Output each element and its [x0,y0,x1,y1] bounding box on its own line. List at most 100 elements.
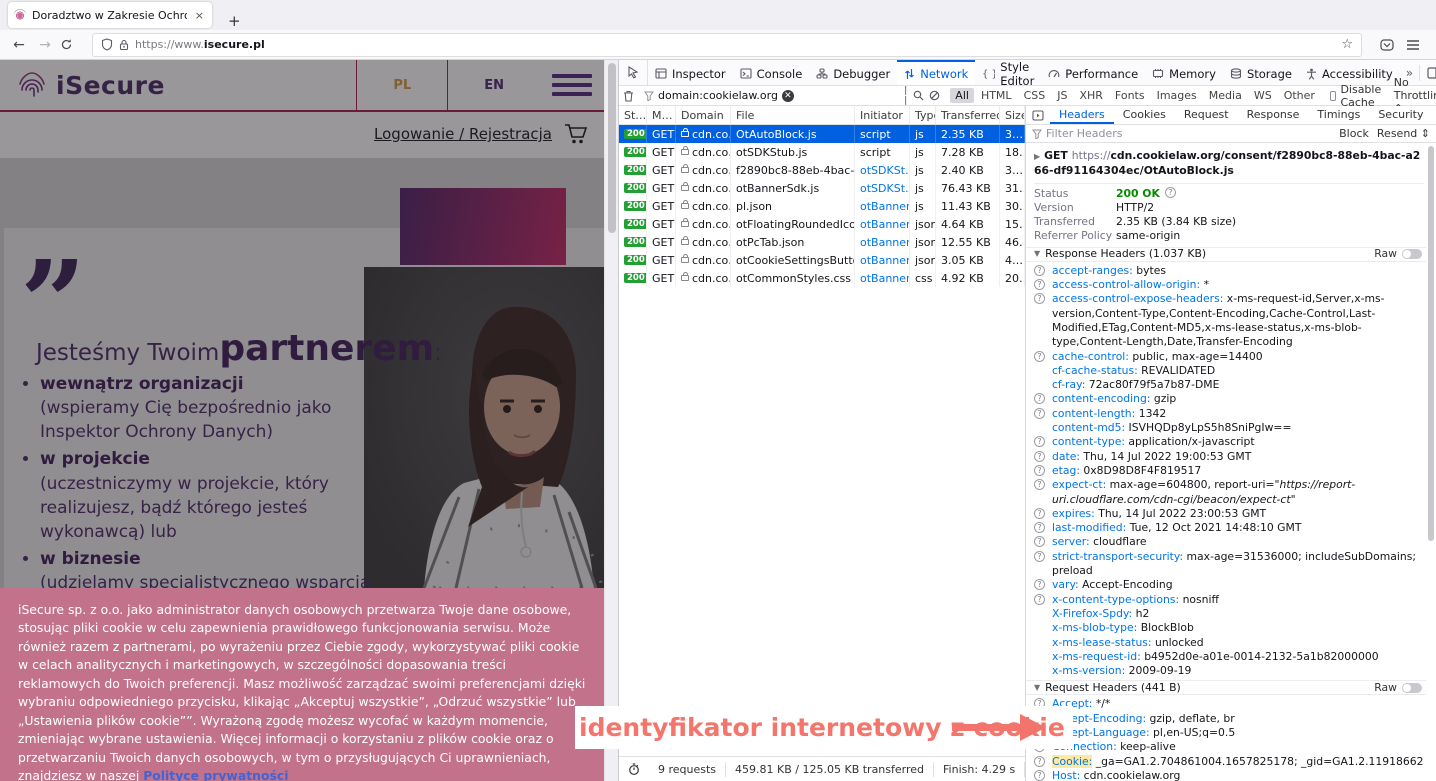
request-row[interactable]: 200GETcdn.co…f2890bc8-88eb-4bac-a266-df9… [619,161,1025,179]
help-icon[interactable]: ? [1034,393,1045,404]
help-icon[interactable]: ? [1034,508,1045,519]
devtools-tab-inspector[interactable]: Inspector [648,60,733,85]
response-headers-section-header[interactable]: ▼ Response Headers (1.037 KB) Raw [1026,247,1426,262]
column-header-st[interactable]: St… [619,106,647,124]
lock-icon[interactable] [119,39,129,51]
details-tab-cookies[interactable]: Cookies [1114,106,1175,124]
blocking-button[interactable] [929,90,940,101]
help-icon[interactable]: ? [1034,351,1045,362]
scrollbar-thumb[interactable] [1428,146,1434,541]
back-button[interactable]: ← [8,37,30,53]
filter-pill-js[interactable]: JS [1052,88,1072,103]
request-row[interactable]: 200GETcdn.co…otCookieSettingsButton.json… [619,251,1025,269]
details-tab-timings[interactable]: Timings [1308,106,1369,124]
devtools-tab-network[interactable]: Network [897,60,975,85]
url-bar[interactable]: https://www.isecure.pl ☆ [92,33,1362,57]
clear-requests-button[interactable] [623,90,634,102]
pause-traffic-button[interactable]: | | [904,86,908,106]
help-icon[interactable]: ? [1034,579,1045,590]
new-tab-button[interactable]: + [222,12,247,30]
help-icon[interactable]: ? [1034,279,1045,290]
request-row[interactable]: 200GETcdn.co…OtAutoBlock.jsscriptjs2.35 … [619,125,1025,143]
column-header-transferred[interactable]: Transferred [936,106,1000,124]
help-icon[interactable]: ? [1034,408,1045,419]
details-scrollbar[interactable] [1426,144,1436,781]
devtools-tab-style-editor[interactable]: { }Style Editor [975,60,1041,85]
column-header-size[interactable]: Size [1000,106,1025,124]
scrollbar-thumb[interactable] [608,63,616,233]
filter-pill-all[interactable]: All [950,88,974,103]
filter-pill-fonts[interactable]: Fonts [1110,88,1150,103]
devtools-tab-console[interactable]: Console [733,60,810,85]
request-url-line[interactable]: ▶GEThttps://cdn.cookielaw.org/consent/f2… [1034,149,1424,184]
filter-pill-images[interactable]: Images [1152,88,1202,103]
filter-pill-xhr[interactable]: XHR [1074,88,1107,103]
devtools-tab-performance[interactable]: Performance [1041,60,1145,85]
help-icon[interactable]: ? [1034,551,1045,562]
forward-button[interactable]: → [34,37,56,53]
page-scrollbar[interactable] [604,60,618,781]
request-row[interactable]: 200GETcdn.co…otFloatingRoundedIcon.jsono… [619,215,1025,233]
request-row[interactable]: 200GETcdn.co…otPcTab.jsonotBanner…json12… [619,233,1025,251]
browser-tab[interactable]: Doradztwo w Zakresie Ochrony Dany × [8,2,212,28]
block-url-button[interactable]: Block [1339,127,1369,140]
privacy-policy-link[interactable]: Polityce prywatności [143,768,288,781]
help-icon[interactable]: ? [1034,465,1045,476]
header-row: ?content-encoding: gzip [1034,392,1424,406]
details-tab-request[interactable]: Request [1175,106,1238,124]
reload-button[interactable] [60,38,82,51]
filter-pill-other[interactable]: Other [1279,88,1320,103]
column-header-initiator[interactable]: Initiator [855,106,910,124]
request-row[interactable]: 200GETcdn.co…otBannerSdk.jsotSDKSt…js76.… [619,179,1025,197]
raw-toggle[interactable] [1402,249,1422,259]
details-tab-headers[interactable]: Headers [1050,106,1114,124]
help-icon[interactable]: ? [1034,770,1045,781]
pocket-icon[interactable] [1380,38,1394,52]
column-header-file[interactable]: File [731,106,855,124]
raw-toggle[interactable] [1402,683,1422,693]
help-icon[interactable]: ? [1034,536,1045,547]
shield-icon[interactable] [101,38,113,51]
request-row[interactable]: 200GETcdn.co…otSDKStub.jsscriptjs7.28 KB… [619,143,1025,161]
help-icon[interactable]: ? [1034,265,1045,276]
resend-button[interactable]: Resend ⇕ [1377,127,1430,140]
request-row[interactable]: 200GETcdn.co…otCommonStyles.cssotBanner…… [619,269,1025,287]
header-value: ISVHQDp8yLpS5h8SniPgIw== [1125,421,1291,434]
filter-headers-input[interactable]: Filter Headers [1046,127,1123,140]
request-count: 9 requests [649,762,725,777]
help-icon[interactable]: ? [1034,479,1045,490]
help-icon[interactable]: ? [1034,451,1045,462]
column-header-m[interactable]: M… [647,106,676,124]
help-icon[interactable]: ? [1034,293,1045,304]
column-header-type[interactable]: Type [910,106,936,124]
help-icon[interactable]: ? [1034,522,1045,533]
filter-pill-media[interactable]: Media [1204,88,1247,103]
details-pane-toggle-button[interactable] [1026,106,1050,124]
help-icon[interactable]: ? [1034,436,1045,447]
search-button[interactable] [913,90,924,101]
request-headers-section-header[interactable]: ▼ Request Headers (441 B) Raw [1026,680,1426,695]
filter-pill-css[interactable]: CSS [1019,88,1051,103]
app-menu-icon[interactable] [1406,39,1420,51]
devtools-tab-debugger[interactable]: Debugger [809,60,897,85]
clear-filter-icon[interactable]: ✕ [782,90,794,102]
devtools-tab-accessibility[interactable]: Accessibility [1299,60,1400,85]
devtools-tab-memory[interactable]: Memory [1145,60,1223,85]
bookmark-star-icon[interactable]: ☆ [1341,37,1353,52]
disable-cache-checkbox[interactable]: Disable Cache [1330,83,1385,109]
pick-element-button[interactable] [619,60,648,85]
filter-pill-ws[interactable]: WS [1249,88,1277,103]
help-icon[interactable]: ? [1165,187,1176,198]
filter-pill-html[interactable]: HTML [976,88,1017,103]
details-tab-response[interactable]: Response [1238,106,1309,124]
details-tab-security[interactable]: Security [1369,106,1432,124]
devtools-tab-storage[interactable]: Storage [1223,60,1299,85]
filter-urls-input[interactable]: domain:cookielaw.org ✕ [644,89,899,102]
column-header-domain[interactable]: Domain [676,106,731,124]
help-icon[interactable]: ? [1034,594,1045,605]
tab-close-icon[interactable]: × [193,9,206,22]
performance-analysis-button[interactable] [619,762,649,777]
transferred-size: 459.81 KB / 125.05 KB transferred [725,762,933,777]
help-icon[interactable]: ? [1034,756,1045,767]
request-row[interactable]: 200GETcdn.co…pl.jsonotBanner…js11.43 KB3… [619,197,1025,215]
